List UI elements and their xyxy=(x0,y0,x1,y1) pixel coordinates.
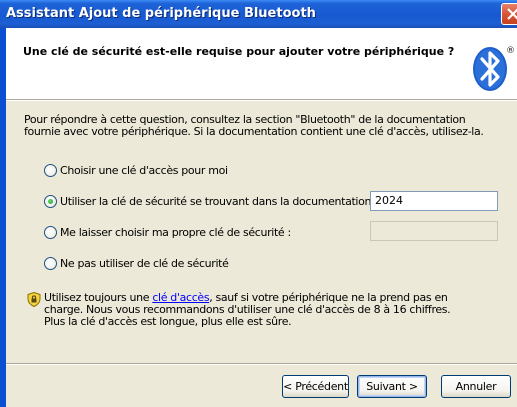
radio-doc-key[interactable] xyxy=(44,195,57,208)
header-question: Une clé de sécurité est-elle requise pou… xyxy=(23,45,455,58)
description-text: Pour répondre à cette question, consulte… xyxy=(24,113,484,138)
bluetooth-wizard-window: Assistant Ajout de périphérique Bluetoot… xyxy=(0,0,517,407)
wizard-header: Une clé de sécurité est-elle requise pou… xyxy=(6,28,517,99)
cancel-button[interactable]: Annuler xyxy=(441,375,511,398)
registered-mark: ® xyxy=(506,46,515,56)
wizard-body: Pour répondre à cette question, consulte… xyxy=(6,101,517,407)
footer-separator xyxy=(6,363,517,365)
option-no-key-label: Ne pas utiliser de clé de sécurité xyxy=(60,257,229,270)
option-generate-key-label: Choisir une clé d'accès pour moi xyxy=(60,164,228,177)
window-title: Assistant Ajout de périphérique Bluetoot… xyxy=(6,6,316,21)
security-shield-icon xyxy=(27,292,41,307)
doc-key-input[interactable]: 2024 xyxy=(370,191,498,211)
radio-selected-dot xyxy=(48,199,53,204)
radio-generate-key[interactable] xyxy=(44,164,57,177)
option-own-key-label: Me laisser choisir ma propre clé de sécu… xyxy=(60,226,291,239)
title-bar[interactable]: Assistant Ajout de périphérique Bluetoot… xyxy=(0,0,517,28)
own-key-input[interactable] xyxy=(370,221,498,241)
bluetooth-logo-icon: ® xyxy=(473,46,515,91)
security-note: Utilisez toujours une clé d'accès, sauf … xyxy=(44,292,474,328)
option-doc-key-label: Utiliser la clé de sécurité se trouvant … xyxy=(60,195,378,208)
close-button[interactable] xyxy=(501,3,517,25)
radio-own-key[interactable] xyxy=(44,226,57,239)
close-icon xyxy=(507,8,517,20)
next-button[interactable]: Suivant > xyxy=(357,375,427,398)
back-button[interactable]: < Précédent xyxy=(282,375,349,398)
radio-no-key[interactable] xyxy=(44,257,57,270)
